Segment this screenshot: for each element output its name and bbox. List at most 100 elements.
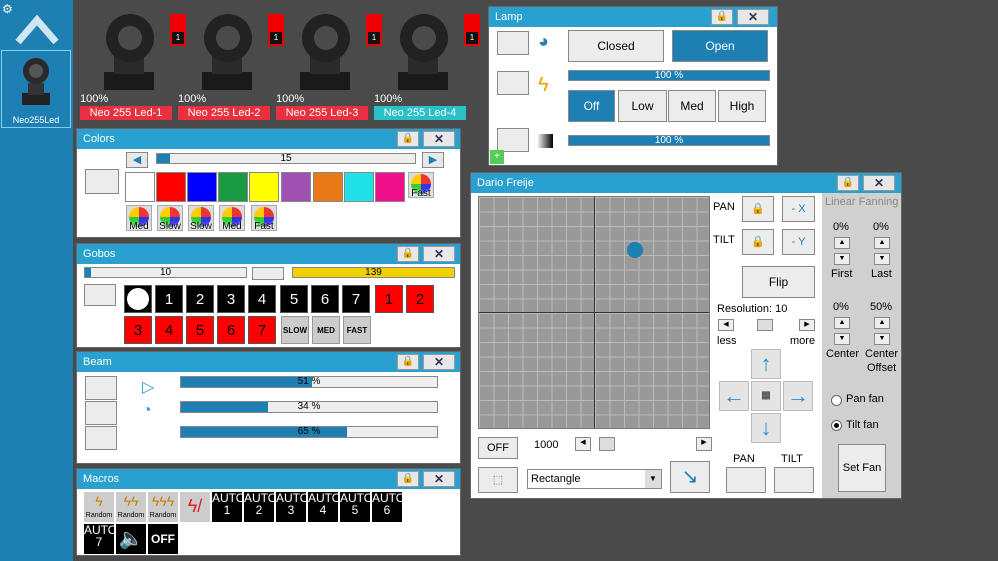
fixture-2[interactable]: 1 100% Neo 255 Led-2	[178, 10, 284, 122]
color-swatch-magenta[interactable]	[375, 172, 405, 202]
lock-icon[interactable]: 🔒	[837, 175, 859, 191]
pan-button[interactable]	[726, 467, 766, 493]
gobo-shake-2[interactable]: 2	[406, 285, 434, 313]
gobo-small-button[interactable]	[252, 267, 284, 280]
invert-y-button[interactable]: - Y	[782, 229, 815, 255]
lamp-button-1[interactable]	[497, 31, 529, 55]
speed-thumb[interactable]	[599, 437, 615, 451]
first-down-arrow[interactable]: ▼	[834, 253, 850, 265]
close-icon[interactable]: ✕	[423, 471, 455, 487]
arrow-right-icon[interactable]: →	[783, 381, 813, 411]
gobo-6[interactable]: 6	[311, 285, 339, 313]
center-down-arrow[interactable]: ▼	[834, 333, 850, 345]
speed-left-arrow[interactable]: ◀	[575, 437, 591, 451]
shutter-closed-button[interactable]: Closed	[568, 30, 664, 62]
pan-lock-icon[interactable]: 🔒	[742, 196, 774, 222]
gobo-shake-1[interactable]: 1	[375, 285, 403, 313]
gobo-5[interactable]: 5	[280, 285, 308, 313]
lamp-button-3[interactable]	[497, 128, 529, 152]
strobe-low-button[interactable]: Low	[618, 90, 667, 122]
dimmer-slider[interactable]: 100 %	[568, 135, 770, 146]
strobe-high-button[interactable]: High	[718, 90, 766, 122]
fixture-3[interactable]: 1 100% Neo 255 Led-3	[276, 10, 382, 122]
gobo-spin-med[interactable]: MED	[312, 316, 340, 344]
beam-slider-iris[interactable]: 34 %	[180, 401, 438, 413]
gobo-slider[interactable]: 10	[84, 267, 247, 278]
pantilt-grid[interactable]	[478, 196, 710, 429]
color-slider[interactable]: 15	[156, 153, 416, 164]
macro-auto-2[interactable]: AUTO 2	[244, 492, 277, 522]
gobo-shake-7[interactable]: 7	[248, 316, 276, 344]
color-wheel-slow[interactable]: Slow	[157, 205, 183, 232]
color-prev-button[interactable]: ◀	[126, 152, 148, 168]
gobo-spin-slow[interactable]: SLOW	[281, 316, 309, 344]
offset-up-arrow[interactable]: ▲	[874, 317, 890, 329]
gobo-4[interactable]: 4	[248, 285, 276, 313]
gobo-shake-6[interactable]: 6	[217, 316, 245, 344]
macro-auto-7[interactable]: AUTO 7	[84, 524, 117, 554]
macro-sound-icon[interactable]: 🔈	[116, 524, 146, 554]
set-fan-button[interactable]: Set Fan	[838, 444, 886, 492]
beam-button-3[interactable]	[85, 426, 117, 450]
color-next-button[interactable]: ▶	[422, 152, 444, 168]
gobo-open[interactable]	[124, 285, 152, 313]
close-icon[interactable]: ✕	[423, 131, 455, 147]
gobo-shake-4[interactable]: 4	[155, 316, 183, 344]
close-icon[interactable]: ✕	[863, 175, 895, 191]
shutter-open-button[interactable]: Open	[672, 30, 768, 62]
lock-icon[interactable]: 🔒	[711, 9, 733, 25]
tilt-lock-icon[interactable]: 🔒	[742, 229, 774, 255]
beam-slider-zoom[interactable]: 51 %	[180, 376, 438, 388]
color-swatch-blue[interactable]	[187, 172, 217, 202]
color-swatch-purple[interactable]	[281, 172, 311, 202]
shape-dropdown[interactable]: Rectangle ▼	[527, 469, 662, 489]
offset-down-arrow[interactable]: ▼	[874, 333, 890, 345]
lock-icon[interactable]: 🔒	[397, 131, 419, 147]
gobo-open-button[interactable]	[84, 284, 116, 306]
pantilt-off-button[interactable]: OFF	[478, 437, 518, 459]
macro-auto-5[interactable]: AUTO 5	[340, 492, 373, 522]
resolution-thumb[interactable]	[757, 319, 773, 331]
macro-auto-3[interactable]: AUTO 3	[276, 492, 309, 522]
macro-random-2[interactable]: ϟϟ Random	[116, 492, 146, 522]
invert-x-button[interactable]: - X	[782, 196, 815, 222]
macro-strobe-off[interactable]: ϟ/	[180, 492, 210, 522]
macro-random-3[interactable]: ϟϟϟ Random	[148, 492, 178, 522]
lock-icon[interactable]: 🔒	[397, 246, 419, 262]
flip-button[interactable]: Flip	[742, 266, 815, 298]
color-wheel-slow-2[interactable]: Slow	[188, 205, 214, 232]
color-swatch-yellow[interactable]	[249, 172, 279, 202]
beam-button-2[interactable]	[85, 401, 117, 425]
color-swatch-cyan[interactable]	[344, 172, 374, 202]
arrow-down-icon[interactable]: ↓	[751, 413, 781, 443]
add-icon[interactable]: +	[490, 150, 504, 164]
last-down-arrow[interactable]: ▼	[874, 253, 890, 265]
beam-button-1[interactable]	[85, 376, 117, 400]
macro-auto-6[interactable]: AUTO 6	[372, 492, 405, 522]
arrow-left-icon[interactable]: ←	[719, 381, 749, 411]
close-icon[interactable]: ✕	[737, 9, 769, 25]
color-swatch-red[interactable]	[156, 172, 186, 202]
fixture-1[interactable]: 1 100% Neo 255 Led-1	[80, 10, 186, 122]
gobo-rotation-slider[interactable]: 139	[292, 267, 455, 278]
lock-icon[interactable]: 🔒	[397, 471, 419, 487]
close-icon[interactable]: ✕	[423, 354, 455, 370]
sidebar-fixture[interactable]: Neo255Led	[1, 50, 71, 128]
gobo-7[interactable]: 7	[342, 285, 370, 313]
gobo-1[interactable]: 1	[155, 285, 183, 313]
resolution-less-arrow[interactable]: ◀	[718, 319, 734, 331]
macro-random-1[interactable]: ϟ Random	[84, 492, 114, 522]
macro-auto-4[interactable]: AUTO 4	[308, 492, 341, 522]
color-swatch-white[interactable]	[125, 172, 155, 202]
speed-right-arrow[interactable]: ▶	[696, 437, 712, 451]
pan-fan-radio[interactable]	[831, 395, 842, 406]
lock-icon[interactable]: 🔒	[397, 354, 419, 370]
macro-off-button[interactable]: OFF	[148, 524, 178, 554]
arrow-up-icon[interactable]: ↑	[751, 349, 781, 379]
tilt-fan-radio[interactable]	[831, 420, 842, 431]
center-icon[interactable]: ▦	[751, 381, 781, 411]
color-wheel-med[interactable]: Med	[126, 205, 152, 232]
gobo-shake-5[interactable]: 5	[186, 316, 214, 344]
macro-auto-1[interactable]: AUTO 1	[212, 492, 245, 522]
shape-select-icon[interactable]: ⬚	[478, 467, 518, 493]
